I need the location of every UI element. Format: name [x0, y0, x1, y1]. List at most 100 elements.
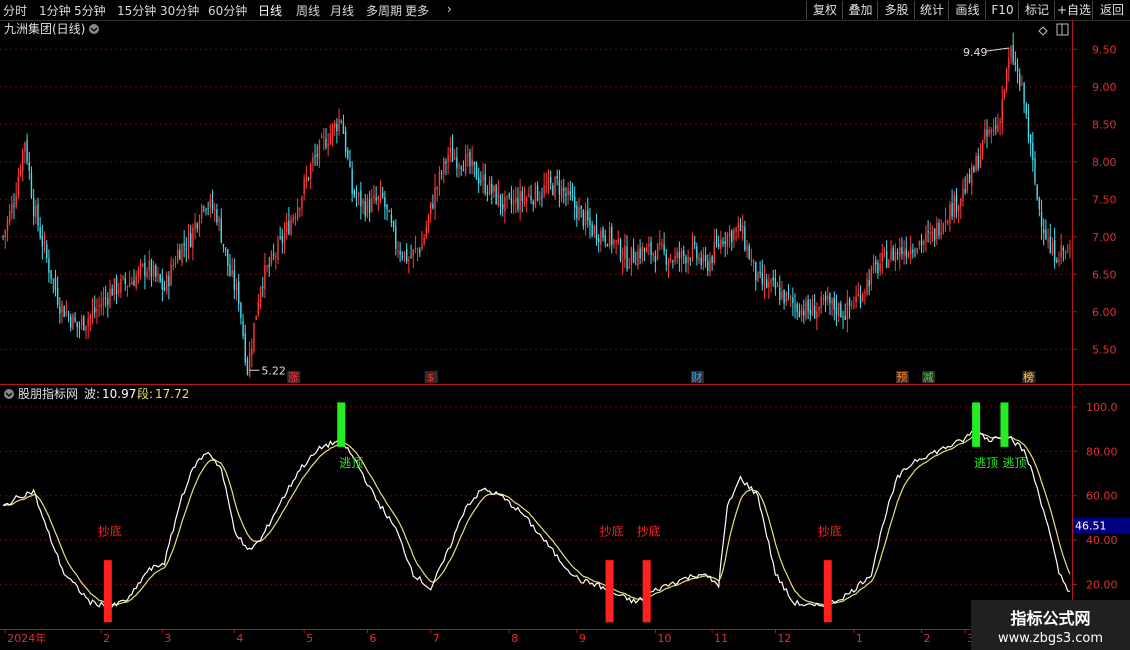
candle-body	[344, 131, 347, 153]
candle-body	[331, 124, 334, 136]
candle-body	[744, 227, 746, 250]
candle-body	[899, 247, 901, 257]
candle-body	[390, 214, 393, 224]
candle-body	[637, 251, 639, 267]
toolbar-button-0[interactable]: 复权	[806, 1, 843, 19]
timeframe-tab-0[interactable]: 分时	[3, 2, 27, 19]
candle-body	[266, 266, 268, 268]
diamond-icon[interactable]	[1038, 26, 1048, 36]
candle-body	[589, 217, 591, 226]
toolbar-button-3[interactable]: 统计	[914, 1, 949, 19]
timeframe-tab-10[interactable]: 更多	[405, 2, 429, 19]
candle-body	[990, 129, 993, 133]
candle-body	[698, 257, 700, 261]
sell-signal-bar	[337, 402, 346, 447]
indicator-title: 股朋指标网	[18, 386, 78, 401]
time-tick-label: 4	[236, 632, 243, 645]
event-marker: $	[427, 371, 434, 384]
candle-body	[591, 224, 593, 236]
candle-body	[787, 292, 790, 296]
event-marker: 财	[691, 370, 702, 384]
candle-body	[255, 315, 257, 320]
toolbar-button-1[interactable]: 叠加	[842, 1, 878, 19]
timeframe-tab-2[interactable]: 5分钟	[74, 2, 106, 19]
candle-body	[423, 237, 425, 244]
candle-body	[669, 259, 672, 261]
candle-body	[584, 210, 587, 226]
candle-body	[979, 154, 982, 168]
candle-body	[312, 157, 314, 163]
candle-body	[896, 252, 899, 255]
candle-body	[571, 194, 574, 198]
candle-body	[41, 236, 44, 247]
candle-body	[318, 140, 321, 160]
toolbar-button-6[interactable]: 标记	[1018, 1, 1055, 19]
candle-body	[471, 158, 473, 167]
candle-body	[436, 186, 438, 190]
candle-body	[429, 202, 432, 215]
candle-body	[552, 185, 554, 196]
candle-body	[984, 128, 986, 139]
candle-body	[8, 210, 11, 223]
candle-body	[405, 248, 408, 262]
timeframe-tab-5[interactable]: 60分钟	[208, 2, 247, 19]
candle-body	[209, 198, 212, 208]
candle-body	[608, 226, 611, 247]
candle-body	[707, 261, 709, 272]
candle-body	[107, 298, 109, 305]
candle-body	[532, 201, 534, 205]
candle-body	[1062, 247, 1065, 251]
toolbar-button-7[interactable]: +自选	[1054, 1, 1093, 19]
indicator-tick-label: 20.00	[1086, 579, 1118, 592]
candle-body	[741, 225, 744, 234]
candle-body	[39, 227, 41, 238]
candle-body	[338, 118, 340, 132]
candle-body	[227, 249, 229, 266]
toolbar-button-5[interactable]: F10	[985, 1, 1019, 19]
candle-body	[940, 232, 942, 235]
candle-body	[207, 207, 209, 209]
dropdown-circle-icon[interactable]	[89, 24, 99, 34]
candle-body	[166, 274, 168, 292]
candle-body	[17, 176, 20, 195]
candle-body	[148, 260, 150, 271]
sell-signal-label: 逃顶	[339, 456, 363, 470]
candle-body	[1014, 61, 1017, 65]
candle-body	[216, 209, 218, 223]
candle-body	[829, 293, 831, 304]
price-tick-label: 9.50	[1092, 43, 1117, 56]
chevron-right-icon[interactable]: ›	[447, 2, 452, 16]
timeframe-tab-1[interactable]: 1分钟	[39, 2, 71, 19]
timeframe-tab-3[interactable]: 15分钟	[117, 2, 156, 19]
candle-body	[366, 198, 369, 217]
candle-body	[1025, 103, 1027, 115]
candle-body	[220, 218, 222, 243]
candle-body	[547, 178, 550, 187]
candle-body	[615, 240, 617, 243]
candle-body	[203, 207, 205, 209]
candle-body	[377, 196, 380, 201]
candle-body	[1051, 242, 1054, 255]
candle-body	[750, 259, 753, 262]
candle-body	[654, 256, 657, 262]
timeframe-tab-4[interactable]: 30分钟	[160, 2, 199, 19]
candle-body	[414, 247, 417, 249]
toolbar-button-4[interactable]: 画线	[948, 1, 986, 19]
indicator-dropdown-icon[interactable]	[4, 389, 14, 399]
candle-body	[772, 277, 774, 280]
candle-body	[495, 185, 497, 204]
timeframe-tab-9[interactable]: 多周期	[366, 2, 402, 19]
timeframe-tab-8[interactable]: 月线	[330, 2, 354, 19]
candle-body	[909, 247, 912, 255]
timeframe-tab-7[interactable]: 周线	[296, 2, 320, 19]
candle-body	[67, 314, 70, 316]
kline-chart[interactable]: 9.50 9.00 8.50 8.00 7.50 7.00 6.50 6.00 5.50 9.49…	[0, 20, 1130, 650]
toolbar-button-2[interactable]: 多股	[877, 1, 915, 19]
candle-body	[80, 318, 83, 326]
candle-body	[1005, 68, 1008, 90]
toolbar-button-8[interactable]: 返回	[1092, 1, 1130, 19]
timeframe-tab-6[interactable]: 日线	[258, 2, 282, 19]
candle-body	[881, 252, 883, 262]
candle-body	[820, 296, 822, 309]
candle-body	[248, 352, 251, 377]
